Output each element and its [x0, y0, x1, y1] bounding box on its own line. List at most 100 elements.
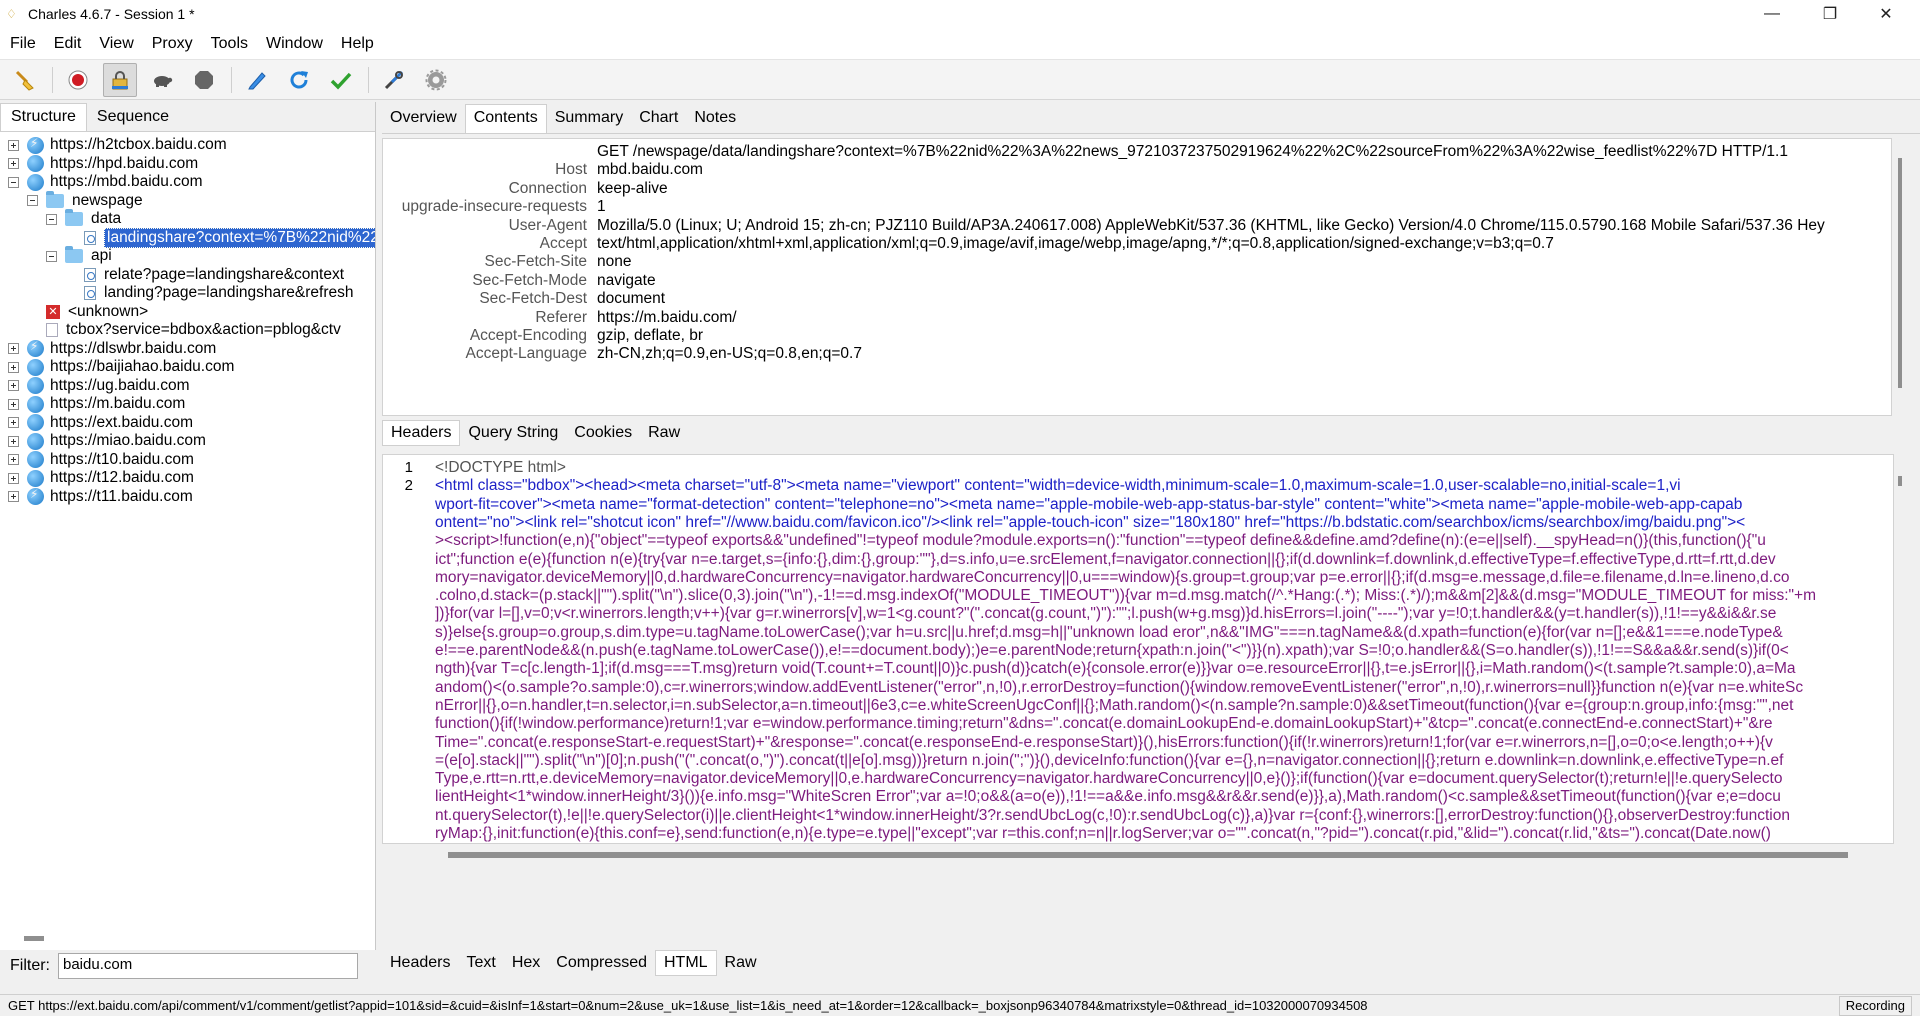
- expand-icon[interactable]: [8, 139, 19, 151]
- code-horizontal-scrollbar[interactable]: [448, 852, 1848, 858]
- response-subtab-text[interactable]: Text: [458, 951, 503, 975]
- filter-row: Filter: baidu.com: [0, 950, 376, 982]
- filter-label: Filter:: [10, 957, 50, 974]
- restore-icon[interactable]: ❐: [1802, 0, 1858, 28]
- host-tree: https://h2tcbox.baidu.comhttps://hpd.bai…: [0, 132, 375, 922]
- expand-icon[interactable]: [8, 417, 19, 429]
- request-subtab-query-string[interactable]: Query String: [460, 421, 566, 445]
- record-icon[interactable]: [61, 63, 95, 97]
- gear-icon[interactable]: [419, 63, 453, 97]
- request-line-text: GET /newspage/data/landingshare?context=…: [597, 143, 1788, 160]
- globe-icon: [27, 155, 44, 173]
- tab-notes[interactable]: Notes: [686, 105, 744, 133]
- menu-view[interactable]: View: [89, 35, 141, 53]
- menu-proxy[interactable]: Proxy: [142, 35, 201, 53]
- tree-item-label: https://t11.baidu.com: [50, 487, 193, 505]
- header-value: keep-alive: [597, 179, 668, 197]
- refresh-icon[interactable]: [282, 63, 316, 97]
- filter-input[interactable]: baidu.com: [58, 953, 358, 979]
- file-icon: [84, 230, 96, 245]
- response-subtab-html[interactable]: HTML: [654, 950, 717, 976]
- expand-icon[interactable]: [8, 158, 19, 170]
- expand-icon[interactable]: [8, 435, 19, 447]
- collapse-icon[interactable]: [46, 250, 57, 262]
- expand-icon[interactable]: [8, 398, 19, 410]
- response-subtab-compressed[interactable]: Compressed: [548, 951, 655, 975]
- expand-icon[interactable]: [8, 491, 19, 503]
- globe-icon: [27, 451, 44, 469]
- tab-contents[interactable]: Contents: [464, 104, 547, 133]
- line-number-gutter: 12: [383, 455, 419, 843]
- globe-icon: [27, 173, 44, 191]
- folder-icon: [65, 246, 83, 264]
- status-bar: GET https://ext.baidu.com/api/comment/v1…: [0, 994, 1920, 1016]
- expand-icon[interactable]: [8, 454, 19, 466]
- globe-icon: [27, 358, 44, 376]
- tab-chart[interactable]: Chart: [631, 105, 686, 133]
- tab-overview[interactable]: Overview: [382, 105, 465, 133]
- structure-panel: StructureSequence https://h2tcbox.baidu.…: [0, 102, 376, 982]
- error-icon: ✕: [46, 304, 60, 319]
- horizontal-scrollbar[interactable]: [24, 936, 44, 941]
- toolbar-separator: [52, 66, 53, 93]
- request-headers-view: GET /newspage/data/landingshare?context=…: [382, 138, 1892, 416]
- globe-bolt-icon: [27, 487, 44, 506]
- toolbar-separator: [368, 66, 369, 93]
- response-subtab-raw[interactable]: Raw: [717, 951, 765, 975]
- header-row: Accept-Language zh-CN,zh;q=0.9,en-US;q=0.…: [383, 345, 862, 368]
- close-icon[interactable]: ✕: [1858, 0, 1914, 28]
- response-html-view: 12 <!DOCTYPE html> <html class="bdbox"><…: [382, 454, 1894, 844]
- globe-icon: [27, 377, 44, 395]
- minimize-icon[interactable]: —: [1744, 0, 1800, 28]
- menu-file[interactable]: File: [0, 35, 44, 53]
- toolbar: [0, 60, 1920, 100]
- globe-icon: [27, 432, 44, 450]
- collapse-icon[interactable]: [46, 213, 57, 225]
- request-subtab-headers[interactable]: Headers: [382, 420, 461, 446]
- tools-icon[interactable]: [377, 63, 411, 97]
- headers-vertical-scrollbar[interactable]: [1895, 138, 1905, 416]
- code-line: e=".concat(e.type,"&group=").concat(e.gr…: [435, 843, 1894, 844]
- tab-structure[interactable]: Structure: [0, 103, 87, 131]
- collapse-icon[interactable]: [8, 176, 19, 188]
- menu-help[interactable]: Help: [331, 35, 382, 53]
- menu-edit[interactable]: Edit: [44, 35, 90, 53]
- folder-icon: [65, 209, 83, 227]
- globe-bolt-icon: [27, 339, 44, 358]
- tree-item[interactable]: https://t11.baidu.com: [8, 486, 375, 509]
- request-subtab-cookies[interactable]: Cookies: [566, 421, 640, 445]
- globe-bolt-icon: [27, 136, 44, 154]
- toolbar-separator: [231, 66, 232, 93]
- left-tab-strip: Structure Sequence: [0, 102, 375, 132]
- menu-bar: File Edit View Proxy Tools Window Help: [0, 28, 1920, 60]
- text-file-icon: [46, 323, 58, 338]
- response-subtab-hex[interactable]: Hex: [504, 951, 548, 975]
- expand-icon[interactable]: [8, 472, 19, 484]
- window-title: Charles 4.6.7 - Session 1 *: [28, 6, 195, 22]
- expand-icon[interactable]: [8, 361, 19, 373]
- header-value: text/html,application/xhtml+xml,applicat…: [597, 235, 1554, 252]
- expand-icon[interactable]: [8, 343, 19, 355]
- menu-window[interactable]: Window: [256, 35, 331, 53]
- broom-icon[interactable]: [8, 63, 42, 97]
- detail-panel: Overview Contents Summary Chart Notes GET /n…: [382, 102, 1920, 982]
- menu-tools[interactable]: Tools: [201, 35, 256, 53]
- turtle-icon[interactable]: [145, 63, 179, 97]
- lock-icon[interactable]: [103, 62, 137, 97]
- request-subtab-strip: Headers Query String Cookies Raw: [382, 418, 1902, 448]
- check-icon[interactable]: [324, 63, 358, 97]
- tab-sequence[interactable]: Sequence: [87, 104, 179, 131]
- stop-icon[interactable]: [187, 63, 221, 97]
- recording-indicator[interactable]: Recording: [1838, 996, 1912, 1016]
- response-subtab-headers[interactable]: Headers: [382, 951, 458, 975]
- collapse-icon[interactable]: [27, 195, 38, 207]
- expand-icon[interactable]: [8, 380, 19, 392]
- code-vertical-scrollbar[interactable]: [1895, 454, 1905, 844]
- detail-tab-strip: Overview Contents Summary Chart Notes: [382, 102, 1920, 134]
- tab-summary[interactable]: Summary: [547, 105, 631, 133]
- header-value: zh-CN,zh;q=0.9,en-US;q=0.8,en;q=0.7: [597, 345, 862, 363]
- globe-icon: [27, 414, 44, 432]
- line-number: 1: [404, 459, 413, 476]
- pen-icon[interactable]: [240, 63, 274, 97]
- request-subtab-raw[interactable]: Raw: [640, 421, 688, 445]
